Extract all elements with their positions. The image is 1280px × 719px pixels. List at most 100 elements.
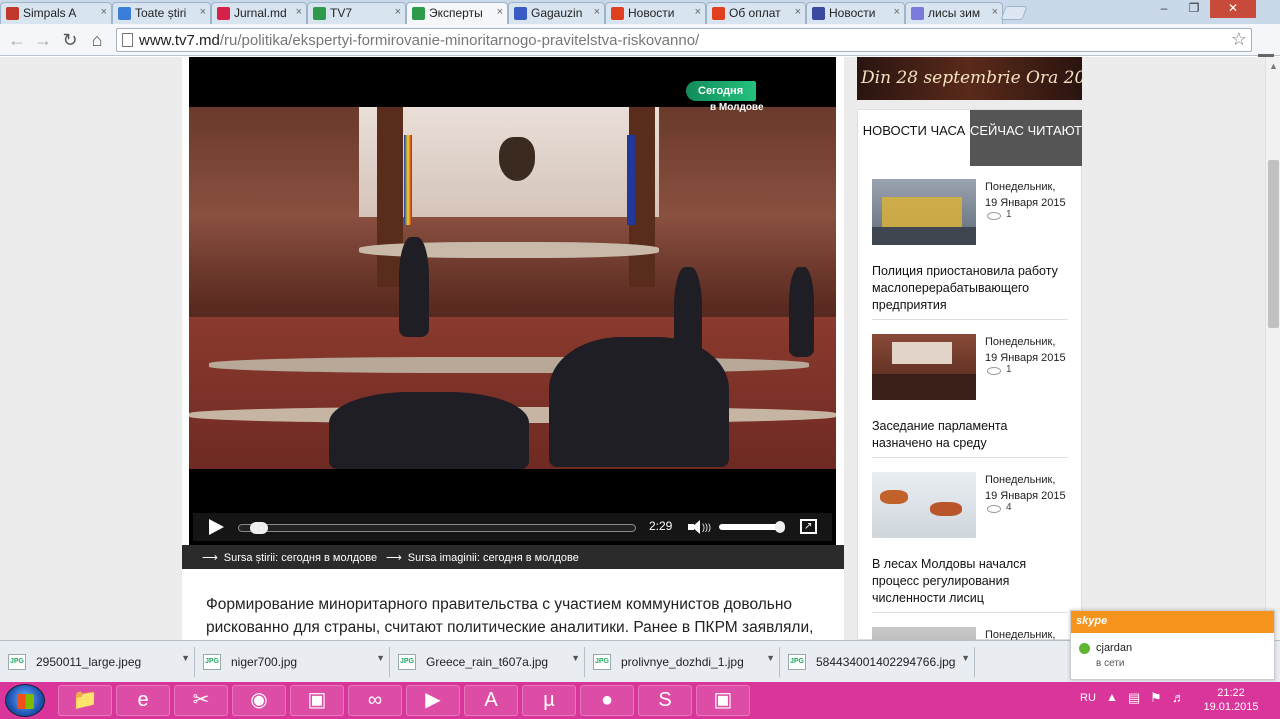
chevron-down-icon[interactable]: ▼ xyxy=(766,653,775,663)
close-tab-icon[interactable]: × xyxy=(395,6,401,18)
news-title[interactable]: В лесах Молдовы начался процесс регулиро… xyxy=(872,556,1068,607)
video-time: 2:29 xyxy=(649,519,673,533)
media-player-icon[interactable]: ▶ xyxy=(406,685,460,716)
close-tab-icon[interactable]: × xyxy=(992,6,998,18)
download-item[interactable]: JPG niger700.jpg ▼ xyxy=(195,647,390,677)
network-icon[interactable]: ▤ xyxy=(1128,690,1140,706)
close-tab-icon[interactable]: × xyxy=(101,6,107,18)
browser-tab[interactable]: Об оплат × xyxy=(706,2,806,24)
download-item[interactable]: JPG 5844340014022947​66.jpg ▼ xyxy=(780,647,975,677)
news-thumbnail[interactable] xyxy=(872,627,976,640)
seek-knob[interactable] xyxy=(249,522,268,534)
download-item[interactable]: JPG prolivnye_dozhdi_1.jpg ▼ xyxy=(585,647,780,677)
scroll-up-icon[interactable]: ▲ xyxy=(1269,61,1278,71)
chevron-down-icon[interactable]: ▼ xyxy=(571,653,580,663)
camera-icon[interactable]: ▣ xyxy=(696,685,750,716)
scrollbar-thumb[interactable] xyxy=(1268,160,1279,328)
internet-explorer-icon[interactable]: e xyxy=(116,685,170,716)
close-tab-icon[interactable]: × xyxy=(594,6,600,18)
volume-slider[interactable] xyxy=(719,521,785,533)
skype-header: skype xyxy=(1071,611,1274,633)
fullscreen-icon[interactable]: ↗ xyxy=(800,519,817,534)
news-thumbnail[interactable] xyxy=(872,179,976,245)
seek-bar[interactable] xyxy=(238,522,636,534)
video-player[interactable]: Сегодня в Молдове 2:29 ))) ↗ xyxy=(189,57,836,545)
skype-notification[interactable]: skype cjardan в сети xyxy=(1070,610,1275,680)
home-button[interactable]: ⌂ xyxy=(86,29,108,51)
favicon-icon xyxy=(812,7,825,20)
reload-button[interactable]: ↻ xyxy=(59,29,81,51)
font-icon[interactable]: A xyxy=(464,685,518,716)
news-title[interactable]: Заседание парламента назначено на среду xyxy=(872,418,1068,452)
browser-tab[interactable]: лисы зим × xyxy=(905,2,1003,24)
adobe-reader-icon[interactable]: ✂ xyxy=(174,685,228,716)
skype-icon[interactable]: S xyxy=(638,685,692,716)
browser-tab[interactable]: Jurnal.md × xyxy=(211,2,307,24)
close-tab-icon[interactable]: × xyxy=(695,6,701,18)
download-item[interactable]: JPG 2950011_large.jpeg ▼ xyxy=(0,647,195,677)
close-tab-icon[interactable]: × xyxy=(795,6,801,18)
new-tab-button[interactable] xyxy=(1000,6,1028,20)
tray-arrow-icon[interactable]: ▲ xyxy=(1106,690,1118,704)
news-date-line2: 19 Января 2015 xyxy=(985,197,1066,209)
utorrent-icon[interactable]: µ xyxy=(522,685,576,716)
camera-icon[interactable]: ▣ xyxy=(290,685,344,716)
browser-tab[interactable]: Эксперты × xyxy=(406,2,508,24)
language-indicator[interactable]: RU xyxy=(1080,692,1096,704)
contact-status: в сети xyxy=(1096,658,1125,669)
volume-icon[interactable]: ))) xyxy=(688,520,711,534)
news-date: Понедельник, xyxy=(985,336,1056,348)
tab-label: Новости xyxy=(628,6,675,20)
bookmark-star-icon[interactable]: ☆ xyxy=(1231,29,1247,50)
volume-tray-icon[interactable]: ♬ xyxy=(1172,690,1185,705)
close-tab-icon[interactable]: × xyxy=(497,6,503,18)
favicon-icon xyxy=(911,7,924,20)
tab-now-reading[interactable]: СЕЙЧАС ЧИТАЮТ xyxy=(970,110,1082,166)
tab-label: Об оплат xyxy=(729,6,781,20)
contact-name: cjardan xyxy=(1096,642,1133,654)
firefox-icon[interactable]: ● xyxy=(580,685,634,716)
browser-tab[interactable]: TV7 × xyxy=(307,2,406,24)
link-icon[interactable]: ∞ xyxy=(348,685,402,716)
close-tab-icon[interactable]: × xyxy=(894,6,900,18)
chrome-icon[interactable]: ◉ xyxy=(232,685,286,716)
promo-banner[interactable]: Din 28 septembrie Ora 20:45 xyxy=(857,57,1082,100)
close-tab-icon[interactable]: × xyxy=(200,6,206,18)
browser-tab[interactable]: Gagauzin × xyxy=(508,2,605,24)
play-icon[interactable] xyxy=(209,519,224,535)
channel-logo: Сегодня в Молдове xyxy=(686,81,770,115)
forward-button[interactable]: → xyxy=(32,29,54,51)
chevron-down-icon[interactable]: ▼ xyxy=(961,653,970,663)
chevron-down-icon[interactable]: ▼ xyxy=(181,653,190,663)
tab-news-hour[interactable]: НОВОСТИ ЧАСА xyxy=(858,110,970,166)
download-item[interactable]: JPG Greece_rain_t607a.jpg ▼ xyxy=(390,647,585,677)
address-bar[interactable]: www.tv7.md/ru/politika/ekspertyi-formiro… xyxy=(116,28,1252,52)
browser-tab[interactable]: Simpals A × xyxy=(0,2,112,24)
article-text: Формирование миноритарного правительства… xyxy=(206,596,814,636)
news-thumbnail[interactable] xyxy=(872,472,976,538)
news-thumbnail[interactable] xyxy=(872,334,976,400)
page-scrollbar[interactable]: ▲ xyxy=(1265,57,1280,640)
flag-icon[interactable]: ⚑ xyxy=(1150,690,1162,706)
browser-tab[interactable]: Новости × xyxy=(806,2,905,24)
back-button[interactable]: ← xyxy=(6,29,28,51)
news-title[interactable]: Полиция приостановила работу маслоперера… xyxy=(872,263,1068,314)
view-count: 1 xyxy=(1006,209,1012,220)
tab-label: лисы зим xyxy=(928,6,981,20)
news-source[interactable]: ⟶ Sursa știrii: сегодня в молдове xyxy=(202,551,377,564)
source-bar: ⟶ Sursa știrii: сегодня в молдове ⟶ Sursa … xyxy=(182,545,844,569)
page-content: ⟶ Sursa știrii: сегодня в молдове ⟶ Sursa … xyxy=(0,57,1265,640)
close-window-button[interactable]: ✕ xyxy=(1210,0,1256,18)
file-explorer-icon[interactable]: 📁 xyxy=(58,685,112,716)
minimize-button[interactable]: – xyxy=(1150,0,1178,18)
chevron-down-icon[interactable]: ▼ xyxy=(376,653,385,663)
restore-button[interactable]: ❐ xyxy=(1180,0,1208,18)
eye-icon xyxy=(987,505,1001,513)
taskbar-clock[interactable]: 21:22 19.01.2015 xyxy=(1196,686,1266,714)
volume-knob[interactable] xyxy=(775,521,785,533)
image-source[interactable]: ⟶ Sursa imaginii: сегодня в молдове xyxy=(386,551,579,564)
browser-tab[interactable]: Toate știri × xyxy=(112,2,211,24)
start-button[interactable] xyxy=(5,684,45,717)
browser-tab[interactable]: Новости × xyxy=(605,2,706,24)
close-tab-icon[interactable]: × xyxy=(296,6,302,18)
